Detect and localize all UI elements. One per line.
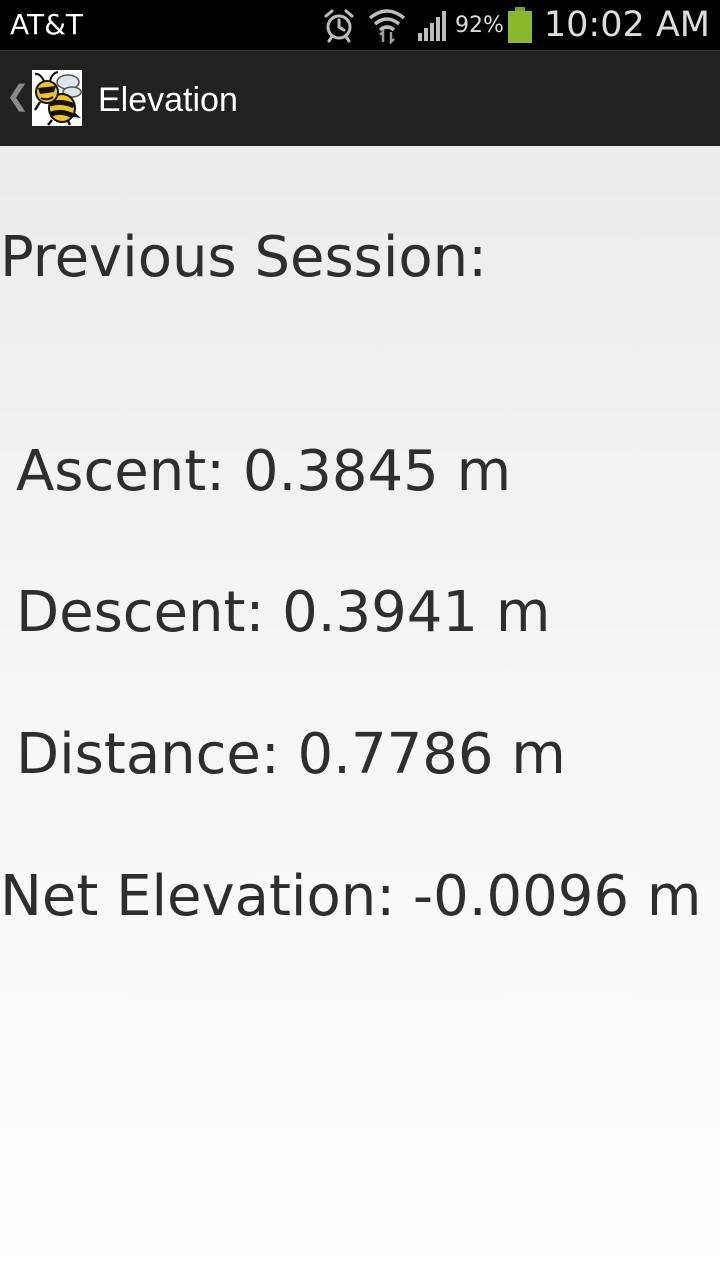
alarm-icon	[324, 9, 354, 43]
yellow-jacket-logo-icon[interactable]	[32, 70, 82, 126]
distance-value: Distance: 0.7786 m	[16, 722, 566, 787]
descent-value: Descent: 0.3941 m	[16, 580, 551, 645]
ascent-value: Ascent: 0.3845 m	[16, 439, 512, 504]
clock: 10:02 AM	[543, 5, 710, 45]
action-bar: ❮ Elevation	[0, 50, 720, 146]
battery-icon	[507, 7, 532, 43]
wifi-icon	[368, 9, 406, 44]
status-icons: 92% 10:02 AM	[321, 0, 710, 50]
carrier-label: AT&T	[10, 8, 84, 41]
battery-percent: 92%	[454, 12, 504, 38]
status-bar: AT&T 92% 10:02 AM	[0, 0, 720, 50]
session-heading: Previous Session:	[0, 225, 487, 290]
net-elevation-value: Net Elevation: -0.0096 m	[0, 864, 702, 929]
page-title: Elevation	[98, 81, 238, 119]
back-chevron-icon[interactable]: ❮	[6, 81, 29, 111]
signal-icon	[417, 11, 446, 41]
